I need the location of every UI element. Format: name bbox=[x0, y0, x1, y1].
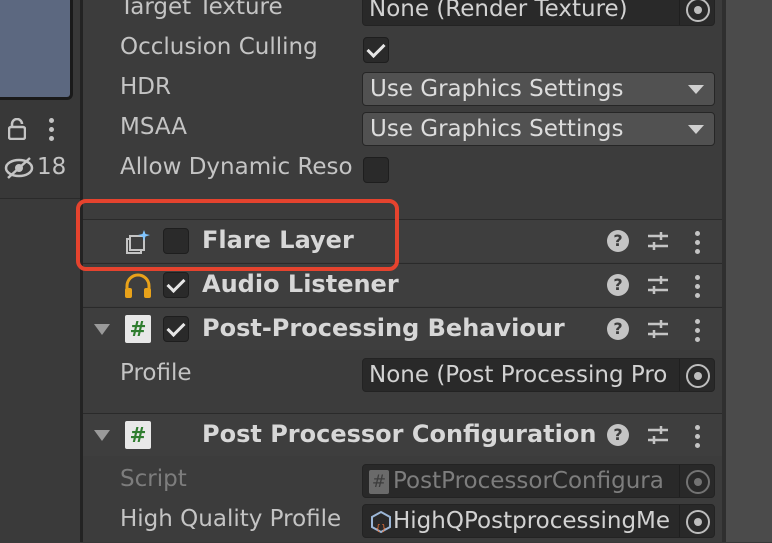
post-processor-configuration-header[interactable]: # Post Processor Configuration ? bbox=[83, 413, 722, 456]
occlusion-culling-label: Occlusion Culling bbox=[120, 34, 318, 60]
chevron-down-icon bbox=[688, 85, 704, 94]
lock-icon[interactable] bbox=[7, 117, 27, 141]
allow-dynamic-resolution-label: Allow Dynamic Reso bbox=[120, 154, 353, 180]
inspector-scrollbar[interactable] bbox=[726, 0, 772, 542]
object-picker-icon bbox=[686, 364, 710, 388]
scriptable-object-icon: {} bbox=[369, 510, 393, 534]
target-texture-picker[interactable] bbox=[679, 0, 714, 25]
object-picker-icon bbox=[686, 510, 710, 534]
occlusion-culling-checkbox[interactable] bbox=[363, 37, 389, 63]
msaa-label: MSAA bbox=[120, 114, 187, 140]
post-processing-behaviour-enabled-checkbox[interactable] bbox=[163, 316, 189, 342]
high-quality-profile-picker[interactable] bbox=[679, 505, 714, 537]
help-icon[interactable]: ? bbox=[607, 424, 629, 446]
high-quality-profile-field[interactable]: {} HighQPostprocessingMe bbox=[362, 504, 715, 538]
component-menu-icon[interactable] bbox=[695, 275, 701, 299]
script-icon: # bbox=[125, 421, 151, 449]
script-file-icon: # bbox=[369, 469, 389, 494]
target-texture-value: None (Render Texture) bbox=[369, 0, 628, 22]
component-menu-icon[interactable] bbox=[695, 425, 701, 449]
chevron-down-icon bbox=[688, 125, 704, 134]
script-icon: # bbox=[125, 315, 151, 343]
script-label: Script bbox=[120, 466, 187, 492]
script-picker bbox=[679, 465, 714, 497]
left-menu-icon[interactable] bbox=[49, 118, 55, 142]
hdr-label: HDR bbox=[120, 74, 171, 100]
target-texture-field[interactable]: None (Render Texture) bbox=[362, 0, 715, 26]
high-quality-profile-value: HighQPostprocessingMe bbox=[393, 508, 671, 534]
headphones-icon bbox=[123, 273, 153, 299]
foldout-arrow-icon[interactable] bbox=[94, 324, 110, 335]
profile-value: None (Post Processing Pro bbox=[369, 362, 668, 388]
audio-listener-title: Audio Listener bbox=[202, 270, 399, 298]
allow-dynamic-resolution-checkbox[interactable] bbox=[363, 157, 389, 183]
svg-text:{}: {} bbox=[375, 524, 386, 534]
hdr-dropdown[interactable]: Use Graphics Settings bbox=[362, 72, 715, 106]
profile-label: Profile bbox=[120, 360, 192, 386]
presets-icon[interactable] bbox=[647, 318, 669, 340]
object-picker-icon bbox=[686, 470, 710, 494]
presets-icon[interactable] bbox=[647, 274, 669, 296]
high-quality-profile-label: High Quality Profile bbox=[120, 506, 342, 532]
foldout-arrow-icon[interactable] bbox=[94, 430, 110, 441]
left-toolbar: 18 bbox=[0, 108, 81, 198]
target-texture-label: Target Texture bbox=[120, 0, 283, 20]
script-field: # PostProcessorConfigura bbox=[362, 464, 715, 498]
help-icon[interactable]: ? bbox=[607, 318, 629, 340]
profile-picker[interactable] bbox=[679, 359, 714, 391]
component-menu-icon[interactable] bbox=[695, 231, 701, 255]
scene-preview-thumbnail bbox=[0, 0, 73, 100]
presets-icon[interactable] bbox=[647, 230, 669, 252]
left-panel-lower bbox=[0, 198, 81, 543]
post-processing-behaviour-header[interactable]: # Post-Processing Behaviour ? bbox=[83, 307, 722, 350]
post-processing-behaviour-title: Post-Processing Behaviour bbox=[202, 314, 565, 342]
hidden-count: 18 bbox=[37, 154, 67, 180]
object-picker-icon bbox=[686, 0, 710, 22]
script-value: PostProcessorConfigura bbox=[393, 468, 664, 494]
help-icon[interactable]: ? bbox=[607, 230, 629, 252]
hdr-value: Use Graphics Settings bbox=[370, 76, 624, 102]
post-processor-configuration-title: Post Processor Configuration bbox=[202, 420, 597, 448]
flare-layer-highlight bbox=[76, 199, 399, 271]
help-icon[interactable]: ? bbox=[607, 274, 629, 296]
presets-icon[interactable] bbox=[647, 424, 669, 446]
hidden-visibility-icon[interactable] bbox=[4, 156, 34, 180]
msaa-dropdown[interactable]: Use Graphics Settings bbox=[362, 112, 715, 146]
profile-field[interactable]: None (Post Processing Pro bbox=[362, 358, 715, 392]
audio-listener-enabled-checkbox[interactable] bbox=[163, 272, 189, 298]
msaa-value: Use Graphics Settings bbox=[370, 116, 624, 142]
component-menu-icon[interactable] bbox=[695, 319, 701, 343]
